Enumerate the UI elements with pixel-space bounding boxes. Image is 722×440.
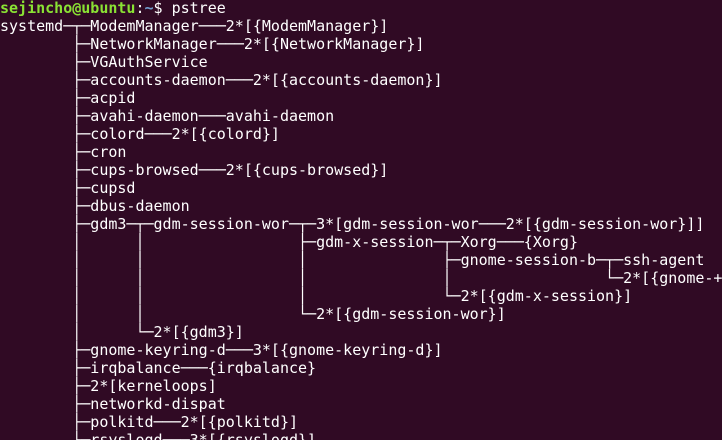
output-line: ├─rsyslogd───3*[{rsyslogd}]	[0, 431, 317, 440]
output-line: ├─avahi-daemon───avahi-daemon	[0, 107, 335, 125]
prompt-command: pstree	[171, 0, 226, 17]
output-line: ├─cups-browsed───2*[{cups-browsed}]	[0, 161, 389, 179]
output-line: ├─gdm3─┬─gdm-session-wor─┬─3*[gdm-sessio…	[0, 215, 705, 233]
output-line: systemd─┬─ModemManager───2*[{ModemManage…	[0, 17, 389, 35]
prompt-path: ~	[144, 0, 154, 17]
output-line: ├─accounts-daemon───2*[{accounts-daemon}…	[0, 71, 443, 89]
output-line: ├─colord───2*[{colord}]	[0, 125, 280, 143]
output-line: ├─acpid	[0, 89, 136, 107]
output-line: ├─irqbalance───{irqbalance}	[0, 359, 317, 377]
output-line: ├─cupsd	[0, 179, 136, 197]
output-line: │ └─2*[{gdm3}]	[0, 323, 244, 341]
output-line: │ │ │ ├─gnome-session-b─┬─ssh-agent	[0, 251, 705, 269]
output-line: ├─polkitd───2*[{polkitd}]	[0, 413, 299, 431]
prompt-symbol: $	[153, 0, 172, 17]
output-line: ├─networkd-dispat	[0, 395, 226, 413]
output-line: ├─dbus-daemon	[0, 197, 190, 215]
terminal-window[interactable]: sejincho@ubuntu:~$ pstree systemd─┬─Mode…	[0, 0, 722, 440]
prompt-separator: :	[135, 0, 145, 17]
output-line: ├─VGAuthService	[0, 53, 208, 71]
output-line: │ │ └─2*[{gdm-session-wor}]	[0, 305, 506, 323]
output-line: │ │ ├─gdm-x-session─┬─Xorg───{Xorg}	[0, 233, 578, 251]
output-line: ├─cron	[0, 143, 127, 161]
prompt-line: sejincho@ubuntu:~$ pstree	[0, 0, 226, 17]
prompt-user-host: sejincho@ubuntu	[0, 0, 136, 17]
output-line: │ │ │ └─2*[{gdm-x-session}]	[0, 287, 633, 305]
output-line: ├─NetworkManager───2*[{NetworkManager}]	[0, 35, 425, 53]
output-line: │ │ │ │ └─2*[{gnome-+	[0, 269, 722, 287]
output-line: ├─gnome-keyring-d───3*[{gnome-keyring-d}…	[0, 341, 443, 359]
output-line: ├─2*[kerneloops]	[0, 377, 217, 395]
